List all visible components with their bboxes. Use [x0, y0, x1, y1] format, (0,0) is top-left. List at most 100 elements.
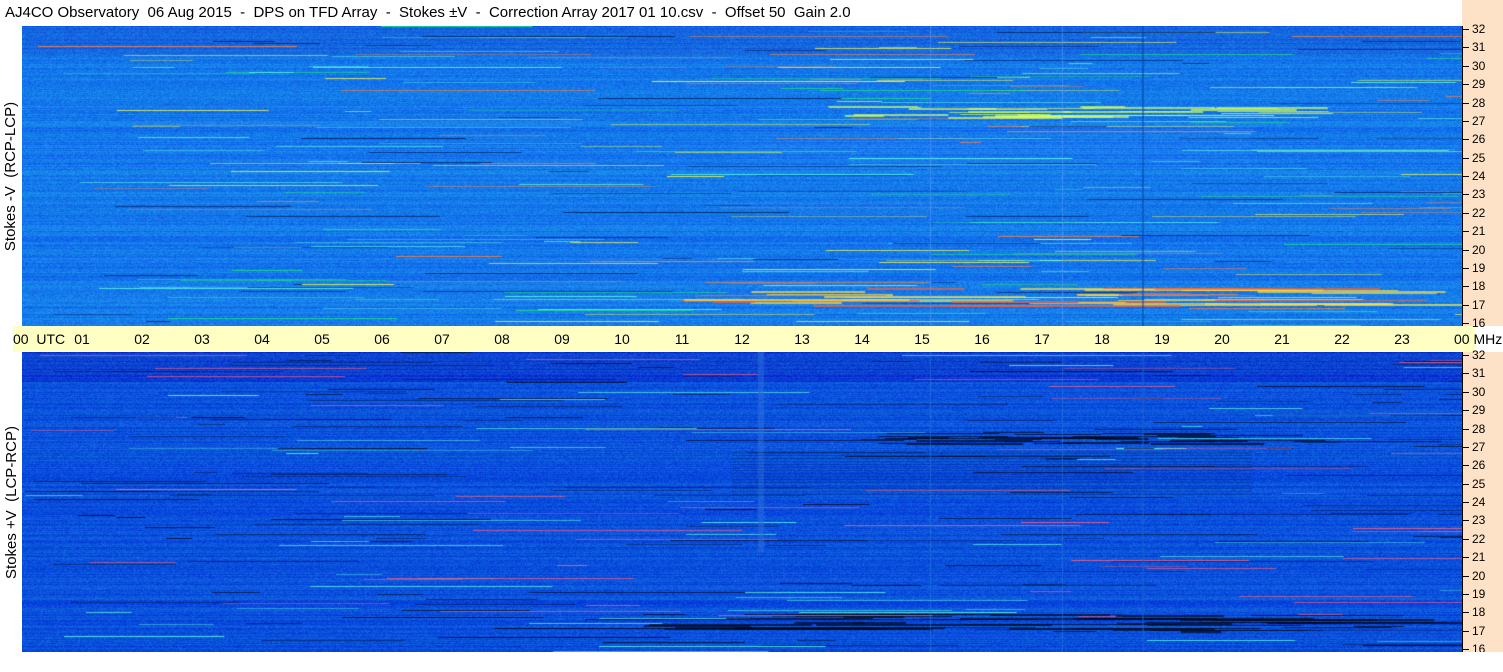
freq-tick	[1463, 231, 1469, 233]
time-tick-label: 14	[854, 331, 870, 347]
time-tick-label: 00 UTC	[13, 331, 66, 347]
freq-tick	[1463, 538, 1469, 540]
bottom-panel-label-text: Stokes +V (LCP-RCP)	[2, 425, 20, 579]
freq-tick	[1463, 304, 1469, 306]
freq-tick	[1463, 176, 1469, 177]
freq-tick-label: 30	[1472, 384, 1486, 399]
freq-tick-label: 17	[1472, 297, 1486, 312]
freq-tick-label: 18	[1472, 605, 1486, 620]
freq-tick	[1463, 465, 1469, 467]
freq-tick	[1463, 286, 1469, 288]
plot-title: AJ4CO Observatory 06 Aug 2015 - DPS on T…	[5, 4, 851, 21]
freq-tick-label: 28	[1472, 95, 1486, 110]
freq-tick-label: 22	[1472, 531, 1486, 546]
freq-tick	[1463, 194, 1469, 196]
time-tick-label: 12	[734, 331, 750, 347]
freq-tick	[1463, 502, 1469, 503]
freq-tick	[1463, 29, 1469, 30]
freq-tick	[1463, 557, 1469, 559]
freq-tick	[1463, 355, 1469, 356]
time-tick-label: 11	[674, 331, 690, 347]
freq-tick	[1463, 391, 1469, 393]
time-tick-label: 13	[794, 331, 810, 347]
freq-axis-top: 32 31 30 29 28 27 26 25 24 23 22 21 20 19 18 17 16	[1462, 22, 1503, 330]
freq-tick	[1463, 649, 1469, 650]
time-tick-label: 15	[914, 331, 930, 347]
freq-tick	[1463, 139, 1469, 141]
freq-tick	[1463, 212, 1469, 214]
time-tick-label: 01	[74, 331, 90, 347]
bottom-panel-label: Stokes +V (LCP-RCP)	[0, 352, 22, 652]
time-tick-label: 17	[1034, 331, 1050, 347]
time-tick-label: 23	[1394, 331, 1410, 347]
freq-tick	[1463, 157, 1469, 159]
freq-tick	[1463, 630, 1469, 632]
freq-tick	[1463, 323, 1469, 324]
freq-tick-label: 28	[1472, 421, 1486, 436]
freq-tick	[1463, 593, 1469, 595]
freq-tick-label: 19	[1472, 260, 1486, 275]
freq-tick-label: 26	[1472, 132, 1486, 147]
time-tick-label: 09	[554, 331, 570, 347]
freq-tick-label: 16	[1472, 316, 1486, 330]
time-axis: 00 UTC 01 02 03 04 05 06 07 08 09 10 11 12 13 14 15 16 17…	[13, 326, 1502, 352]
freq-tick-label: 24	[1472, 495, 1486, 509]
freq-tick	[1463, 428, 1469, 430]
freq-tick	[1463, 410, 1469, 412]
spectrogram-stokes-minus-v	[22, 26, 1462, 326]
time-tick-label: 21	[1274, 331, 1290, 347]
spectrogram-bottom-canvas	[22, 352, 1462, 652]
freq-tick	[1463, 120, 1469, 122]
top-panel-label: Stokes -V (RCP-LCP)	[0, 26, 22, 326]
freq-tick-label: 23	[1472, 187, 1486, 202]
freq-tick-label: 18	[1472, 279, 1486, 294]
time-tick-label: 22	[1334, 331, 1350, 347]
freq-tick-label: 25	[1472, 476, 1486, 491]
freq-tick-label: 32	[1472, 348, 1486, 362]
time-tick-label: 10	[614, 331, 630, 347]
time-tick-label: 05	[314, 331, 330, 347]
freq-tick-label: 23	[1472, 513, 1486, 528]
freq-tick-label: 22	[1472, 205, 1486, 220]
freq-tick	[1463, 84, 1469, 86]
freq-tick-label: 30	[1472, 58, 1486, 73]
time-tick-label: 00 MHz	[1454, 331, 1503, 347]
freq-tick-label: 27	[1472, 439, 1486, 454]
freq-tick	[1463, 483, 1469, 485]
freq-tick	[1463, 102, 1469, 104]
time-tick-label: 16	[974, 331, 990, 347]
freq-tick-label: 21	[1472, 550, 1486, 565]
time-tick-label: 04	[254, 331, 270, 347]
time-tick-label: 20	[1214, 331, 1230, 347]
freq-tick-label: 29	[1472, 403, 1486, 418]
freq-tick	[1463, 446, 1469, 448]
bottom-margin	[0, 652, 1503, 672]
freq-tick	[1463, 612, 1469, 614]
time-tick-label: 19	[1154, 331, 1170, 347]
freq-tick-label: 27	[1472, 113, 1486, 128]
freq-tick-label: 29	[1472, 77, 1486, 92]
time-tick-label: 18	[1094, 331, 1110, 347]
freq-tick	[1463, 373, 1469, 375]
top-panel-label-text: Stokes -V (RCP-LCP)	[2, 101, 20, 251]
time-tick-label: 06	[374, 331, 390, 347]
time-tick-label: 03	[194, 331, 210, 347]
freq-tick-label: 21	[1472, 224, 1486, 239]
freq-tick-label: 20	[1472, 242, 1486, 257]
freq-tick	[1463, 520, 1469, 522]
freq-tick-label: 31	[1472, 366, 1486, 381]
time-tick-label: 07	[434, 331, 450, 347]
freq-tick-label: 20	[1472, 568, 1486, 583]
freq-tick	[1463, 47, 1469, 49]
freq-tick-label: 24	[1472, 169, 1486, 183]
freq-tick	[1463, 575, 1469, 577]
freq-tick-label: 19	[1472, 586, 1486, 601]
freq-tick-label: 32	[1472, 22, 1486, 36]
freq-axis-bottom: 32 31 30 29 28 27 26 25 24 23 22 21 20 19 18 17 16	[1462, 348, 1503, 656]
freq-tick	[1463, 249, 1469, 251]
freq-tick	[1463, 65, 1469, 67]
spectrogram-stokes-plus-v	[22, 352, 1462, 652]
spectrogram-top-canvas	[22, 26, 1462, 326]
freq-tick-label: 17	[1472, 623, 1486, 638]
freq-tick-label: 26	[1472, 458, 1486, 473]
